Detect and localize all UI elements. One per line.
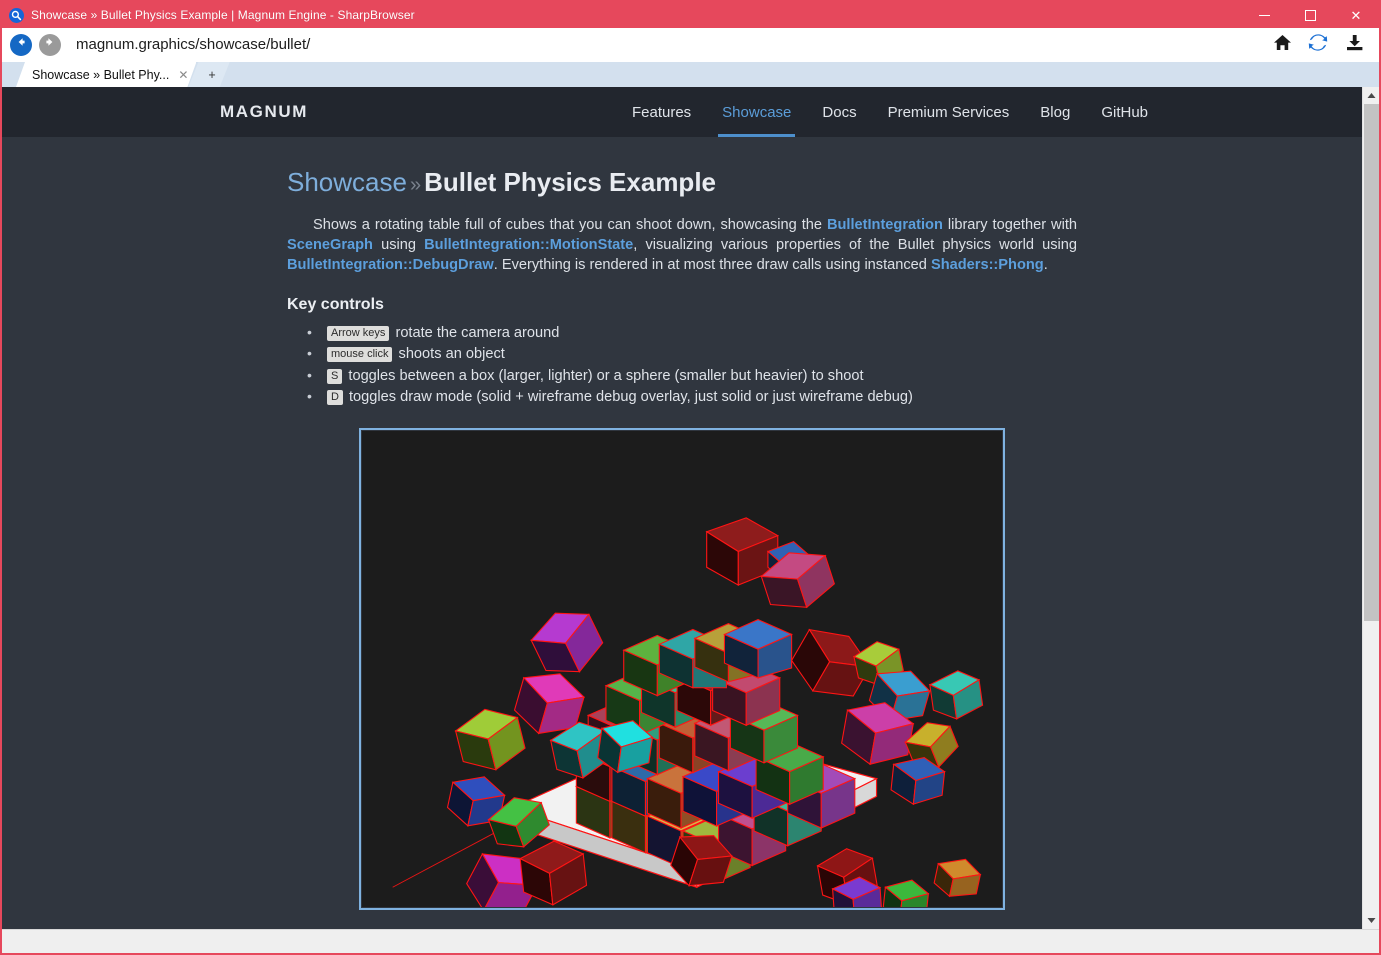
page-description: Shows a rotating table full of cubes tha… [287,216,1077,276]
key-badge-s: S [327,368,343,384]
breadcrumb-separator: » [409,174,422,196]
render-frame[interactable] [359,428,1005,911]
page-scrollbar[interactable] [1362,87,1379,929]
window-controls: ✕ [1241,2,1379,28]
page-title: Showcase» Bullet Physics Example [287,167,1077,198]
nav-item-docs[interactable]: Docs [822,87,856,137]
link-motionstate[interactable]: BulletIntegration::MotionState [424,237,633,253]
close-icon: ✕ [1350,7,1362,23]
url-text: magnum.graphics/showcase/bullet/ [76,36,311,53]
key-desc-2: toggles between a box (larger, lighter) … [344,367,864,384]
page-content: Showcase» Bullet Physics Example Shows a … [2,137,1362,911]
page-title-text: Bullet Physics Example [424,167,716,197]
back-button[interactable] [10,33,32,56]
scrollbar-track[interactable] [1363,104,1380,912]
reload-icon [1308,33,1328,57]
scroll-down-button[interactable] [1363,912,1380,929]
key-badge-arrow-keys: Arrow keys [327,326,390,342]
key-desc-1: shoots an object [394,346,505,363]
desc-part-6: . [1043,257,1048,274]
example-figure [287,428,1077,911]
web-page: MAGNUM Features Showcase Docs Premium Se… [2,87,1362,929]
back-arrow-icon [14,35,28,54]
nav-item-premium-services[interactable]: Premium Services [888,87,1010,137]
new-tab-label: + [208,67,216,82]
site-navbar: MAGNUM Features Showcase Docs Premium Se… [2,87,1362,137]
list-item: Arrow keys rotate the camera around [303,322,1077,344]
home-button[interactable] [1271,34,1293,56]
download-icon [1345,33,1364,57]
tab-close-icon[interactable]: ✕ [178,68,188,82]
list-item: D toggles draw mode (solid + wireframe d… [303,386,1077,408]
nav-item-showcase[interactable]: Showcase [718,87,796,137]
list-item: mouse click shoots an object [303,343,1077,365]
key-controls-list: Arrow keys rotate the camera around mous… [303,322,1077,408]
title-bar: Showcase » Bullet Physics Example | Magn… [2,2,1379,28]
browser-toolbar: magnum.graphics/showcase/bullet/ [2,28,1379,62]
minimize-icon [1258,14,1270,16]
desc-part-3: using [372,237,425,254]
key-badge-d: D [327,390,343,406]
chevron-down-icon [1367,918,1375,923]
site-nav-links: Features Showcase Docs Premium Services … [632,87,1148,137]
minimize-button[interactable] [1241,2,1287,28]
download-button[interactable] [1343,34,1365,56]
chevron-up-icon [1367,93,1375,98]
browser-window: Showcase » Bullet Physics Example | Magn… [0,0,1381,955]
scroll-up-button[interactable] [1363,87,1380,104]
site-brand[interactable]: MAGNUM [220,102,308,122]
tab-strip: Showcase » Bullet Phy... ✕ + [2,62,1379,87]
desc-part-4: , visualizing various properties of the … [633,237,1078,254]
key-badge-mouse-click: mouse click [327,347,393,363]
toolbar-actions [1271,33,1373,57]
desc-part-1: Shows a rotating table full of cubes tha… [313,217,827,234]
home-icon [1273,33,1292,57]
link-debugdraw[interactable]: BulletIntegration::DebugDraw [287,257,494,273]
browser-viewport: MAGNUM Features Showcase Docs Premium Se… [2,87,1379,929]
close-button[interactable]: ✕ [1333,2,1379,28]
link-shaders-phong[interactable]: Shaders::Phong [931,257,1044,273]
list-item: S toggles between a box (larger, lighter… [303,365,1077,387]
maximize-icon [1304,9,1316,21]
browser-tab[interactable]: Showcase » Bullet Phy... ✕ [16,62,196,87]
key-controls-heading: Key controls [287,296,384,314]
reload-button[interactable] [1307,33,1329,57]
nav-item-github[interactable]: GitHub [1101,87,1148,137]
scrollbar-thumb[interactable] [1363,104,1379,622]
link-bulletintegration[interactable]: BulletIntegration [827,217,943,233]
breadcrumb-showcase-link[interactable]: Showcase [287,167,407,197]
tab-title: Showcase » Bullet Phy... [32,67,170,82]
window-title: Showcase » Bullet Physics Example | Magn… [31,8,415,22]
address-bar[interactable]: magnum.graphics/showcase/bullet/ [68,36,1271,53]
status-bar [2,929,1379,953]
link-scenegraph[interactable]: SceneGraph [287,237,373,253]
key-desc-3: toggles draw mode (solid + wireframe deb… [344,389,913,406]
maximize-button[interactable] [1287,2,1333,28]
render-scene [363,431,1001,908]
search-circle-icon [9,7,24,23]
desc-part-2: library together with [942,217,1077,234]
desc-part-5: . Everything is rendered in at most thre… [493,257,931,274]
forward-button[interactable] [39,33,61,56]
key-desc-0: rotate the camera around [391,325,560,342]
nav-item-features[interactable]: Features [632,87,691,137]
bullet-physics-render [362,431,1002,908]
forward-arrow-icon [43,35,57,54]
nav-item-blog[interactable]: Blog [1040,87,1070,137]
